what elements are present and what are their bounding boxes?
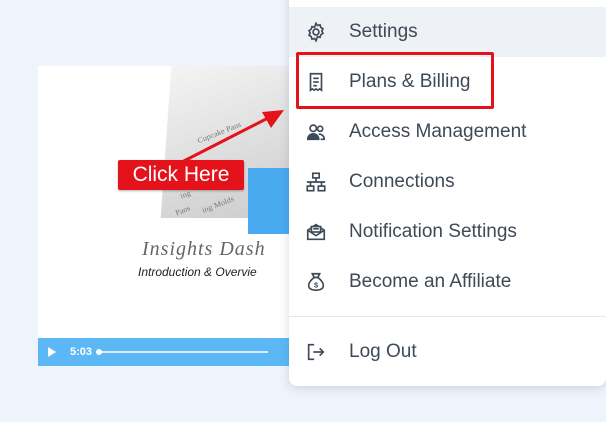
gear-icon bbox=[305, 21, 327, 43]
menu-item-settings[interactable]: Settings bbox=[289, 7, 606, 57]
menu-item-label: Become an Affiliate bbox=[349, 271, 512, 292]
menu-item-label: Settings bbox=[349, 21, 418, 42]
envelope-icon bbox=[305, 221, 327, 243]
menu-item-label: Log Out bbox=[349, 341, 417, 362]
network-icon bbox=[305, 171, 327, 193]
menu-item-become-affiliate[interactable]: $ Become an Affiliate bbox=[289, 257, 606, 307]
menu-item-access-management[interactable]: Access Management bbox=[289, 107, 606, 157]
menu-item-plans-billing[interactable]: Plans & Billing bbox=[289, 57, 606, 107]
svg-text:$: $ bbox=[314, 281, 318, 290]
menu-item-log-out[interactable]: Log Out bbox=[289, 327, 606, 377]
menu-item-label: Connections bbox=[349, 171, 455, 192]
menu-item-label: Notification Settings bbox=[349, 221, 517, 242]
logout-icon bbox=[305, 341, 327, 363]
click-here-callout: Click Here bbox=[118, 160, 244, 190]
menu-item-label: Plans & Billing bbox=[349, 71, 471, 92]
receipt-icon bbox=[305, 71, 327, 93]
menu-divider bbox=[289, 316, 606, 317]
menu-item-connections[interactable]: Connections bbox=[289, 157, 606, 207]
money-bag-icon: $ bbox=[305, 271, 327, 293]
menu-item-label: Access Management bbox=[349, 121, 527, 142]
menu-item-notification-settings[interactable]: Notification Settings bbox=[289, 207, 606, 257]
users-icon bbox=[305, 121, 327, 143]
account-dropdown-menu: Settings Plans & Billing Access Manageme… bbox=[289, 0, 606, 386]
